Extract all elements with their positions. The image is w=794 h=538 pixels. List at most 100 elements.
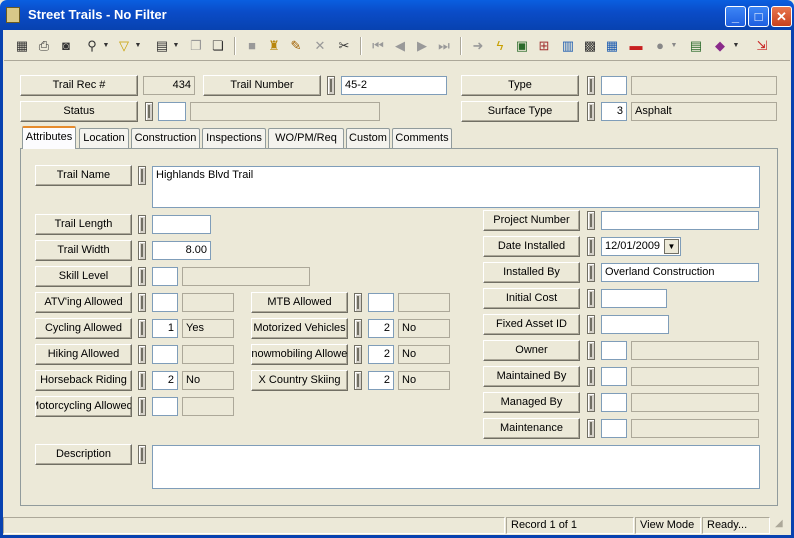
mtb-indicator[interactable]	[354, 293, 362, 312]
fixed-asset-id-field[interactable]	[601, 315, 669, 334]
maintained-by-indicator[interactable]	[587, 367, 595, 386]
x-country-indicator[interactable]	[354, 371, 362, 390]
horseback-indicator[interactable]	[138, 371, 146, 390]
car-icon[interactable]: ▬	[626, 36, 646, 56]
trail-width-field[interactable]: 8.00	[152, 241, 211, 260]
skill-level-code-field[interactable]	[152, 267, 178, 286]
description-field[interactable]	[152, 445, 760, 489]
tab-attributes[interactable]: Attributes	[22, 126, 76, 149]
managed-by-code-field[interactable]	[601, 393, 627, 412]
trail-name-field[interactable]: Highlands Blvd Trail	[152, 166, 760, 208]
snowmobiling-indicator[interactable]	[354, 345, 362, 364]
motorcycling-allowed-label[interactable]: Motorcycling Allowed	[35, 396, 132, 417]
trail-number-indicator[interactable]	[327, 76, 335, 95]
atving-indicator[interactable]	[138, 293, 146, 312]
owner-label[interactable]: Owner	[483, 340, 580, 361]
initial-cost-field[interactable]	[601, 289, 667, 308]
motorized-vehicles-label[interactable]: Motorized Vehicles	[251, 318, 348, 339]
save-icon[interactable]: ■	[242, 36, 262, 56]
motorized-indicator[interactable]	[354, 319, 362, 338]
trail-rec-label[interactable]: Trail Rec #	[20, 75, 138, 96]
skill-level-indicator[interactable]	[138, 267, 146, 286]
last-icon[interactable]: ⏭	[434, 36, 454, 56]
maintenance-code-field[interactable]	[601, 419, 627, 438]
initial-cost-indicator[interactable]	[587, 289, 595, 308]
maintained-by-label[interactable]: Maintained By	[483, 366, 580, 387]
title-bar[interactable]: Street Trails - No Filter _ □ ✕	[0, 0, 794, 30]
surface-type-indicator[interactable]	[587, 102, 595, 121]
date-picker-dropdown-icon[interactable]: ▼	[664, 239, 679, 254]
hiking-indicator[interactable]	[138, 345, 146, 364]
trail-number-field[interactable]: 45-2	[341, 76, 447, 95]
book-icon[interactable]: ◆	[710, 36, 730, 56]
book-dropdown-icon[interactable]: ▼	[732, 36, 740, 56]
fixed-asset-id-label[interactable]: Fixed Asset ID	[483, 314, 580, 335]
lightning-icon[interactable]: ϟ	[490, 36, 510, 56]
initial-cost-label[interactable]: Initial Cost	[483, 288, 580, 309]
x-country-skiing-label[interactable]: X Country Skiing	[251, 370, 348, 391]
cut-icon[interactable]: ✂	[334, 36, 354, 56]
surface-type-label[interactable]: Surface Type	[461, 101, 579, 122]
date-installed-label[interactable]: Date Installed	[483, 236, 580, 257]
mtb-code-field[interactable]	[368, 293, 394, 312]
tab-inspections[interactable]: Inspections	[202, 128, 266, 148]
chart-icon[interactable]: ▥	[558, 36, 578, 56]
fixed-asset-indicator[interactable]	[587, 315, 595, 334]
trail-length-indicator[interactable]	[138, 215, 146, 234]
resize-grip-icon[interactable]: ◢	[775, 519, 787, 531]
calculator-icon[interactable]: ▤	[686, 36, 706, 56]
globe-dropdown-icon[interactable]: ▼	[670, 36, 678, 56]
print-icon[interactable]: ⎙	[34, 36, 54, 56]
goto-icon[interactable]: ➜	[468, 36, 488, 56]
motorcycling-indicator[interactable]	[138, 397, 146, 416]
owner-code-field[interactable]	[601, 341, 627, 360]
search-dropdown-icon[interactable]: ▼	[102, 36, 110, 56]
atving-allowed-label[interactable]: ATV'ing Allowed	[35, 292, 132, 313]
status-indicator[interactable]	[145, 102, 153, 121]
tab-comments[interactable]: Comments	[392, 128, 452, 148]
cycling-code-field[interactable]: 1	[152, 319, 178, 338]
new-icon[interactable]: ▦	[12, 36, 32, 56]
maintenance-label[interactable]: Maintenance	[483, 418, 580, 439]
hiking-allowed-label[interactable]: Hiking Allowed	[35, 344, 132, 365]
cycling-allowed-label[interactable]: Cycling Allowed	[35, 318, 132, 339]
installed-by-label[interactable]: Installed By	[483, 262, 580, 283]
report-icon[interactable]: ▤	[152, 36, 172, 56]
trail-name-indicator[interactable]	[138, 166, 146, 185]
maximize-button[interactable]: □	[748, 6, 769, 27]
delete-icon[interactable]: ✕	[310, 36, 330, 56]
stamp-icon[interactable]: ♜	[264, 36, 284, 56]
calc-icon[interactable]: ▩	[580, 36, 600, 56]
filter-dropdown-icon[interactable]: ▼	[134, 36, 142, 56]
tab-location[interactable]: Location	[79, 128, 129, 148]
link-icon[interactable]: ⊞	[534, 36, 554, 56]
status-code-field[interactable]	[158, 102, 186, 121]
maintained-by-code-field[interactable]	[601, 367, 627, 386]
grid-icon[interactable]: ▦	[602, 36, 622, 56]
installed-by-field[interactable]: Overland Construction	[601, 263, 759, 282]
type-indicator[interactable]	[587, 76, 595, 95]
maintenance-indicator[interactable]	[587, 419, 595, 438]
atving-code-field[interactable]	[152, 293, 178, 312]
first-icon[interactable]: ⏮	[368, 36, 388, 56]
horseback-code-field[interactable]: 2	[152, 371, 178, 390]
trail-width-label[interactable]: Trail Width	[35, 240, 132, 261]
trail-length-field[interactable]	[152, 215, 211, 234]
horseback-riding-label[interactable]: Horseback Riding	[35, 370, 132, 391]
trail-name-label[interactable]: Trail Name	[35, 165, 132, 186]
project-number-field[interactable]	[601, 211, 759, 230]
close-button[interactable]: ✕	[771, 6, 792, 27]
exit-icon[interactable]: ⇲	[752, 36, 772, 56]
cycling-indicator[interactable]	[138, 319, 146, 338]
globe-icon[interactable]: ●	[650, 36, 670, 56]
description-indicator[interactable]	[138, 445, 146, 464]
edit-icon[interactable]: ✎	[286, 36, 306, 56]
prev-icon[interactable]: ◀	[390, 36, 410, 56]
map-icon[interactable]: ▣	[512, 36, 532, 56]
trail-number-label[interactable]: Trail Number	[203, 75, 321, 96]
copy-icon[interactable]: ❐	[186, 36, 206, 56]
filter-icon[interactable]: ▽	[114, 36, 134, 56]
project-number-label[interactable]: Project Number	[483, 210, 580, 231]
x-country-code-field[interactable]: 2	[368, 371, 394, 390]
date-installed-field[interactable]: 12/01/2009 ▼	[601, 237, 681, 256]
